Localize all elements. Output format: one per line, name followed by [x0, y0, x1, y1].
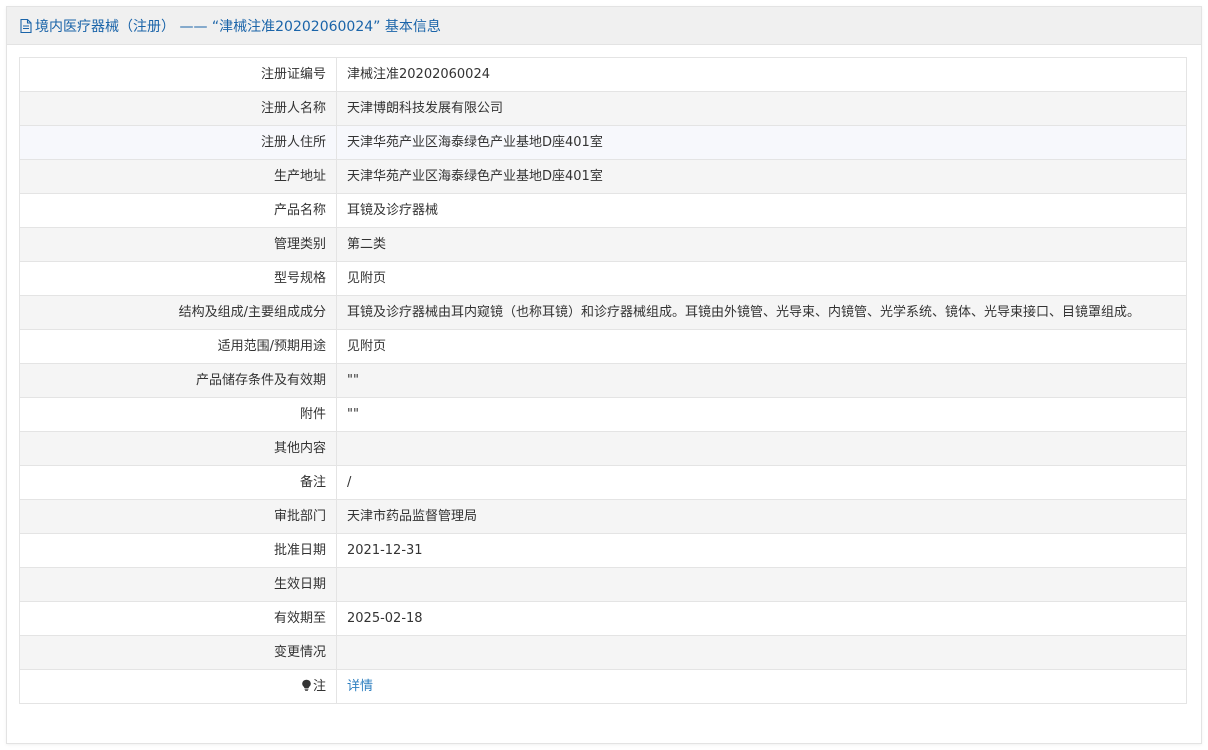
- panel-header: 境内医疗器械（注册） —— “津械注准20202060024” 基本信息: [7, 7, 1201, 45]
- table-row: 附件 "": [19, 397, 1187, 432]
- row-value: [336, 431, 1187, 466]
- row-value: 2025-02-18: [336, 601, 1187, 636]
- table-row: 备注 /: [19, 465, 1187, 500]
- table-row: 生产地址 天津华苑产业区海泰绿色产业基地D座401室: [19, 159, 1187, 194]
- lightbulb-icon: [301, 677, 312, 691]
- note-value-cell: 详情: [336, 669, 1187, 704]
- row-label: 审批部门: [19, 499, 337, 534]
- row-label: 生产地址: [19, 159, 337, 194]
- table-row: 变更情况: [19, 635, 1187, 670]
- row-label: 批准日期: [19, 533, 337, 568]
- row-label: 产品储存条件及有效期: [19, 363, 337, 398]
- row-label: 管理类别: [19, 227, 337, 262]
- row-value: 见附页: [336, 329, 1187, 364]
- row-value: 天津博朗科技发展有限公司: [336, 91, 1187, 126]
- table-row: 注册人名称 天津博朗科技发展有限公司: [19, 91, 1187, 126]
- row-value: 津械注准20202060024: [336, 57, 1187, 92]
- row-value: "": [336, 397, 1187, 432]
- row-value: [336, 635, 1187, 670]
- note-label: 注: [312, 678, 326, 694]
- row-label: 注册人住所: [19, 125, 337, 160]
- row-value: 见附页: [336, 261, 1187, 296]
- row-value: 耳镜及诊疗器械: [336, 193, 1187, 228]
- row-label: 变更情况: [19, 635, 337, 670]
- row-value: "": [336, 363, 1187, 398]
- row-label: 结构及组成/主要组成成分: [19, 295, 337, 330]
- registration-info-table: 注册证编号 津械注准20202060024 注册人名称 天津博朗科技发展有限公司…: [19, 57, 1187, 704]
- table-row: 注册证编号 津械注准20202060024: [19, 57, 1187, 92]
- table-row: 生效日期: [19, 567, 1187, 602]
- table-row: 产品储存条件及有效期 "": [19, 363, 1187, 398]
- table-row: 产品名称 耳镜及诊疗器械: [19, 193, 1187, 228]
- table-row: 结构及组成/主要组成成分 耳镜及诊疗器械由耳内窥镜（也称耳镜）和诊疗器械组成。耳…: [19, 295, 1187, 330]
- page-title: 境内医疗器械（注册） —— “津械注准20202060024” 基本信息: [35, 18, 441, 35]
- table-row: 有效期至 2025-02-18: [19, 601, 1187, 636]
- table-row: 审批部门 天津市药品监督管理局: [19, 499, 1187, 534]
- details-link[interactable]: 详情: [347, 679, 373, 694]
- row-label: 适用范围/预期用途: [19, 329, 337, 364]
- table-row: 注册人住所 天津华苑产业区海泰绿色产业基地D座401室: [19, 125, 1187, 160]
- row-label: 注册证编号: [19, 57, 337, 92]
- row-value: 天津华苑产业区海泰绿色产业基地D座401室: [336, 125, 1187, 160]
- row-label: 附件: [19, 397, 337, 432]
- row-label: 有效期至: [19, 601, 337, 636]
- detail-panel: 境内医疗器械（注册） —— “津械注准20202060024” 基本信息 注册证…: [6, 6, 1202, 744]
- row-label: 注册人名称: [19, 91, 337, 126]
- document-icon: [19, 18, 33, 34]
- row-value: 2021-12-31: [336, 533, 1187, 568]
- table-row: 批准日期 2021-12-31: [19, 533, 1187, 568]
- note-row: 注 详情: [19, 669, 1187, 704]
- row-label: 备注: [19, 465, 337, 500]
- table-row: 适用范围/预期用途 见附页: [19, 329, 1187, 364]
- table-row: 管理类别 第二类: [19, 227, 1187, 262]
- table-row: 型号规格 见附页: [19, 261, 1187, 296]
- row-value: 第二类: [336, 227, 1187, 262]
- row-label: 生效日期: [19, 567, 337, 602]
- row-label: 型号规格: [19, 261, 337, 296]
- row-value: 天津华苑产业区海泰绿色产业基地D座401室: [336, 159, 1187, 194]
- row-value: 耳镜及诊疗器械由耳内窥镜（也称耳镜）和诊疗器械组成。耳镜由外镜管、光导束、内镜管…: [336, 295, 1187, 330]
- row-value: [336, 567, 1187, 602]
- row-value: 天津市药品监督管理局: [336, 499, 1187, 534]
- table-row: 其他内容: [19, 431, 1187, 466]
- row-label: 其他内容: [19, 431, 337, 466]
- note-label-cell: 注: [19, 669, 337, 704]
- row-value: /: [336, 465, 1187, 500]
- row-label: 产品名称: [19, 193, 337, 228]
